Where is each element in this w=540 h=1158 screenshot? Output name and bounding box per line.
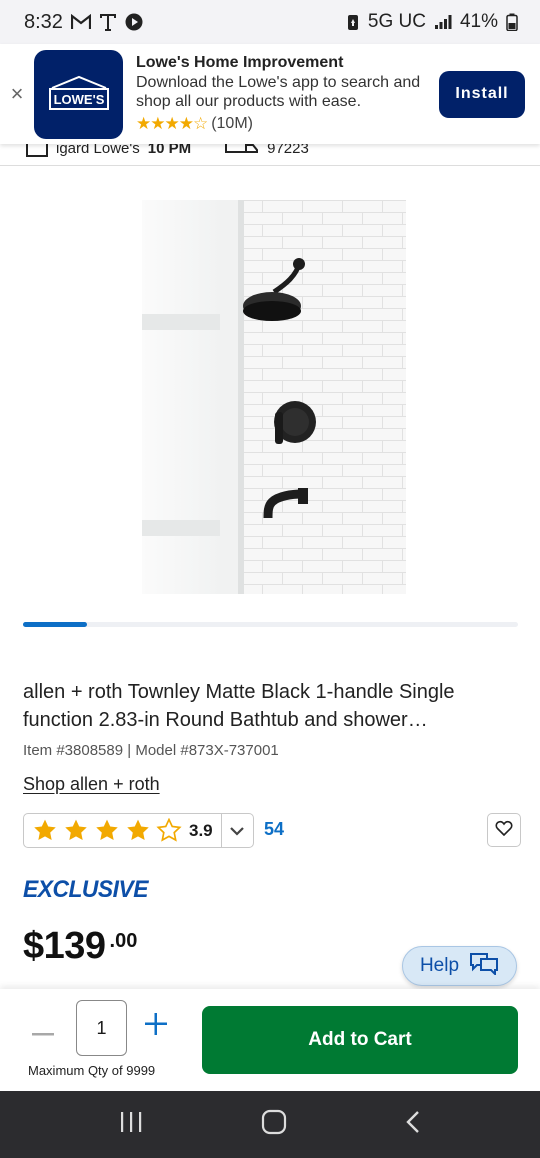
add-to-cart-button[interactable]: Add to Cart (202, 1006, 518, 1074)
back-icon[interactable] (405, 1110, 421, 1139)
qty-decrement-button[interactable] (32, 1011, 54, 1045)
battery-icon (506, 13, 518, 31)
image-carousel-progress (23, 622, 518, 627)
price-cents: .00 (109, 930, 138, 952)
review-count-link[interactable]: 54 (264, 819, 284, 840)
recents-icon[interactable] (119, 1111, 143, 1138)
max-quantity-note: Maximum Qty of 9999 (28, 1063, 156, 1078)
install-button[interactable]: Install (439, 70, 525, 118)
product-title: allen + roth Townley Matte Black 1-handl… (23, 681, 455, 731)
star-filled-icon (127, 819, 149, 840)
play-icon (125, 13, 143, 31)
status-bar: 8:32 5G UC 41% (0, 0, 540, 44)
product-price: $139 .00 (23, 925, 137, 968)
battery-percent: 41% (459, 11, 498, 32)
price-dollars: $139 (23, 925, 106, 967)
rating-summary[interactable]: 3.9 (23, 813, 254, 848)
chevron-down-icon[interactable] (222, 826, 252, 836)
banner-description: Download the Lowe's app to search and sh… (136, 74, 421, 110)
model-number: Model #873X-737001 (135, 742, 279, 759)
chat-bubbles-icon (469, 951, 499, 981)
svg-text:LOWE'S: LOWE'S (53, 92, 104, 107)
product-image[interactable] (142, 200, 406, 594)
gmail-icon (70, 14, 91, 30)
star-filled-icon (34, 819, 56, 840)
item-number: Item #3808589 (23, 742, 124, 759)
app-rating-count: (10M) (211, 115, 253, 132)
shop-brand-link[interactable]: Shop allen + roth (23, 774, 160, 795)
help-button[interactable]: Help (402, 946, 517, 986)
help-label: Help (419, 955, 460, 976)
lowes-logo: LOWE'S (34, 49, 123, 139)
carousel-progress-fill (23, 622, 87, 627)
qty-increment-button[interactable] (145, 1009, 167, 1043)
tmobile-icon (99, 12, 117, 32)
system-nav-bar (0, 1091, 540, 1158)
product-identifiers: Item #3808589 | Model #873X-737001 (23, 742, 279, 759)
signal-icon (434, 14, 452, 30)
home-icon[interactable] (261, 1109, 287, 1140)
rating-stars (32, 818, 182, 843)
rating-value: 3.9 (189, 820, 213, 840)
heart-icon (495, 820, 513, 841)
star-empty-icon (156, 818, 182, 842)
banner-title: Lowe's Home Improvement (136, 54, 344, 71)
data-saver-icon (346, 13, 360, 31)
star-filled-icon (96, 819, 118, 840)
star-filled-icon (65, 819, 87, 840)
app-rating-stars: ★★★★☆ (136, 114, 208, 133)
status-time: 8:32 (24, 10, 63, 33)
quantity-input[interactable]: 1 (76, 1000, 127, 1056)
app-install-banner: × LOWE'S Lowe's Home Improvement Downloa… (0, 44, 540, 144)
favorite-button[interactable] (487, 813, 521, 847)
close-icon[interactable]: × (0, 81, 34, 107)
exclusive-badge: EXCLUSIVE (23, 876, 148, 903)
network-label: 5G UC (367, 11, 426, 32)
